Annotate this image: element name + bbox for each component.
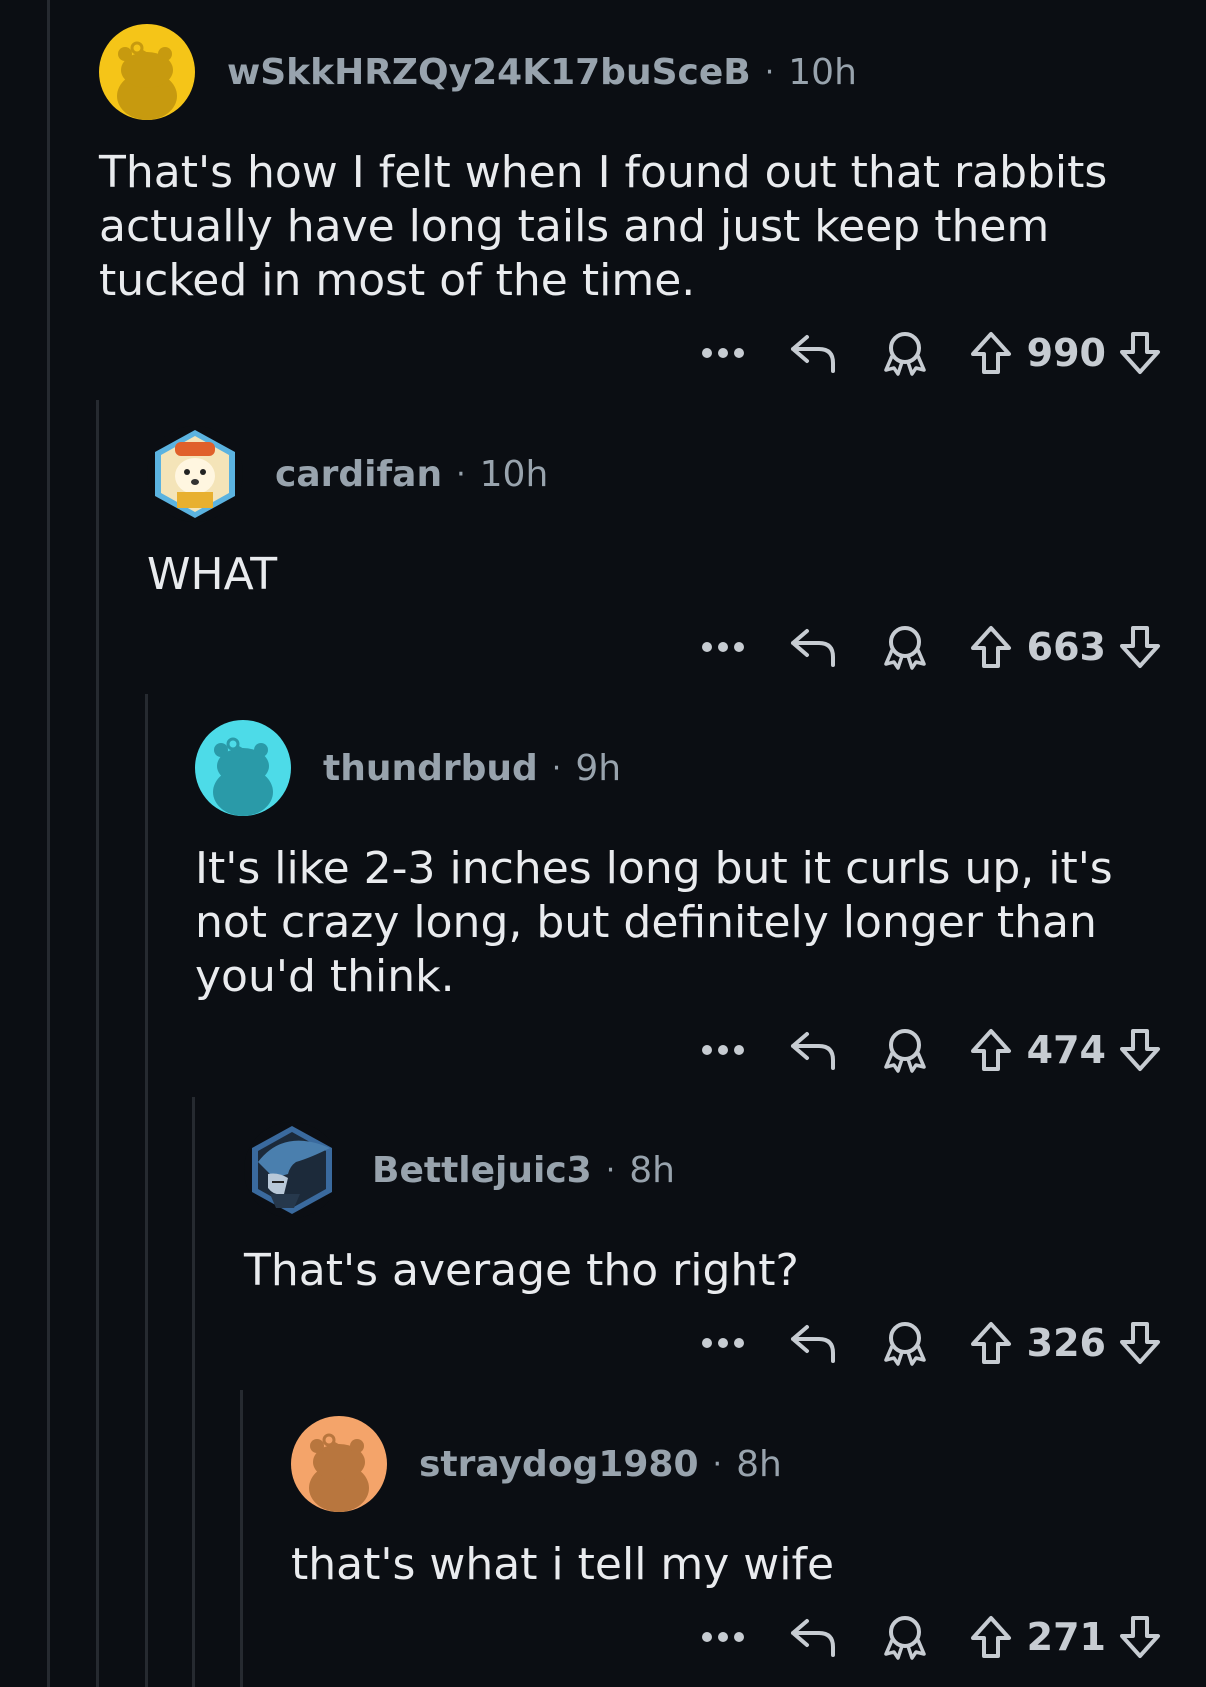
vote-score: 271 [1026,1615,1106,1659]
separator-dot: · [456,456,466,492]
comment-body: WHAT [147,549,278,600]
comment-actions: 326 [693,1313,1164,1373]
timestamp: 10h [479,453,549,495]
comment: wSkkHRZQy24K17buSceB · 10h That's how I … [99,20,1206,308]
thread-line [47,0,50,1687]
alien-nft-avatar-icon[interactable] [244,1122,340,1218]
comment: thundrbud · 9h It's like 2-3 inches long… [195,716,1206,1004]
snoo-avatar-icon[interactable] [99,24,195,120]
comment-body: That's average tho right? [244,1245,799,1296]
comment-body: That's how I felt when I found out that … [99,147,1108,306]
award-icon[interactable] [875,1320,935,1366]
separator-dot: · [551,750,562,786]
comment-body: It's like 2-3 inches long but it curls u… [195,843,1113,1002]
downvote-arrow-icon[interactable] [1116,1321,1164,1365]
username[interactable]: Bettlejuic3 [372,1150,592,1191]
dog-nft-avatar-icon[interactable] [147,426,243,522]
upvote-arrow-icon[interactable] [967,1321,1015,1365]
thread-line [240,1390,243,1687]
downvote-arrow-icon[interactable] [1116,1615,1164,1659]
downvote-arrow-icon[interactable] [1116,625,1164,669]
comment: cardifan · 10h WHAT [147,422,1206,602]
upvote-arrow-icon[interactable] [967,1028,1015,1072]
reply-icon[interactable] [783,625,843,669]
username[interactable]: thundrbud [323,748,538,789]
timestamp: 10h [788,51,857,93]
username[interactable]: straydog1980 [419,1444,699,1485]
comment-actions: 474 [693,1020,1164,1080]
thread-line [96,400,99,1687]
upvote-arrow-icon[interactable] [967,331,1015,375]
award-icon[interactable] [875,1027,935,1073]
vote-score: 990 [1026,331,1106,375]
upvote-arrow-icon[interactable] [967,625,1015,669]
vote-score: 474 [1026,1028,1106,1072]
comment-actions: 990 [693,323,1164,383]
reply-icon[interactable] [783,1615,843,1659]
more-options-icon[interactable] [693,1631,753,1643]
more-options-icon[interactable] [693,1044,753,1056]
separator-dot: · [605,1152,616,1188]
award-icon[interactable] [875,1614,935,1660]
more-options-icon[interactable] [693,347,753,359]
upvote-arrow-icon[interactable] [967,1615,1015,1659]
vote-score: 663 [1026,625,1106,669]
reply-icon[interactable] [783,1028,843,1072]
separator-dot: · [764,54,775,90]
comment: Bettlejuic3 · 8h That's average tho righ… [244,1118,1206,1298]
timestamp: 9h [575,747,622,789]
downvote-arrow-icon[interactable] [1116,331,1164,375]
username[interactable]: wSkkHRZQy24K17buSceB [227,52,751,93]
snoo-avatar-icon[interactable] [291,1416,387,1512]
comment: straydog1980 · 8h that's what i tell my … [291,1412,1206,1592]
separator-dot: · [712,1446,723,1482]
thread-line [145,694,148,1687]
timestamp: 8h [629,1149,676,1191]
comment-actions: 271 [693,1607,1164,1667]
award-icon[interactable] [875,330,935,376]
snoo-avatar-icon[interactable] [195,720,291,816]
username[interactable]: cardifan [275,454,442,495]
comment-body: that's what i tell my wife [291,1539,835,1590]
comment-actions: 663 [693,617,1164,677]
downvote-arrow-icon[interactable] [1116,1028,1164,1072]
thread-line [192,1097,195,1687]
reply-icon[interactable] [783,1321,843,1365]
reply-icon[interactable] [783,331,843,375]
more-options-icon[interactable] [693,641,753,653]
vote-score: 326 [1026,1321,1106,1365]
timestamp: 8h [736,1443,782,1485]
more-options-icon[interactable] [693,1337,753,1349]
award-icon[interactable] [875,624,935,670]
